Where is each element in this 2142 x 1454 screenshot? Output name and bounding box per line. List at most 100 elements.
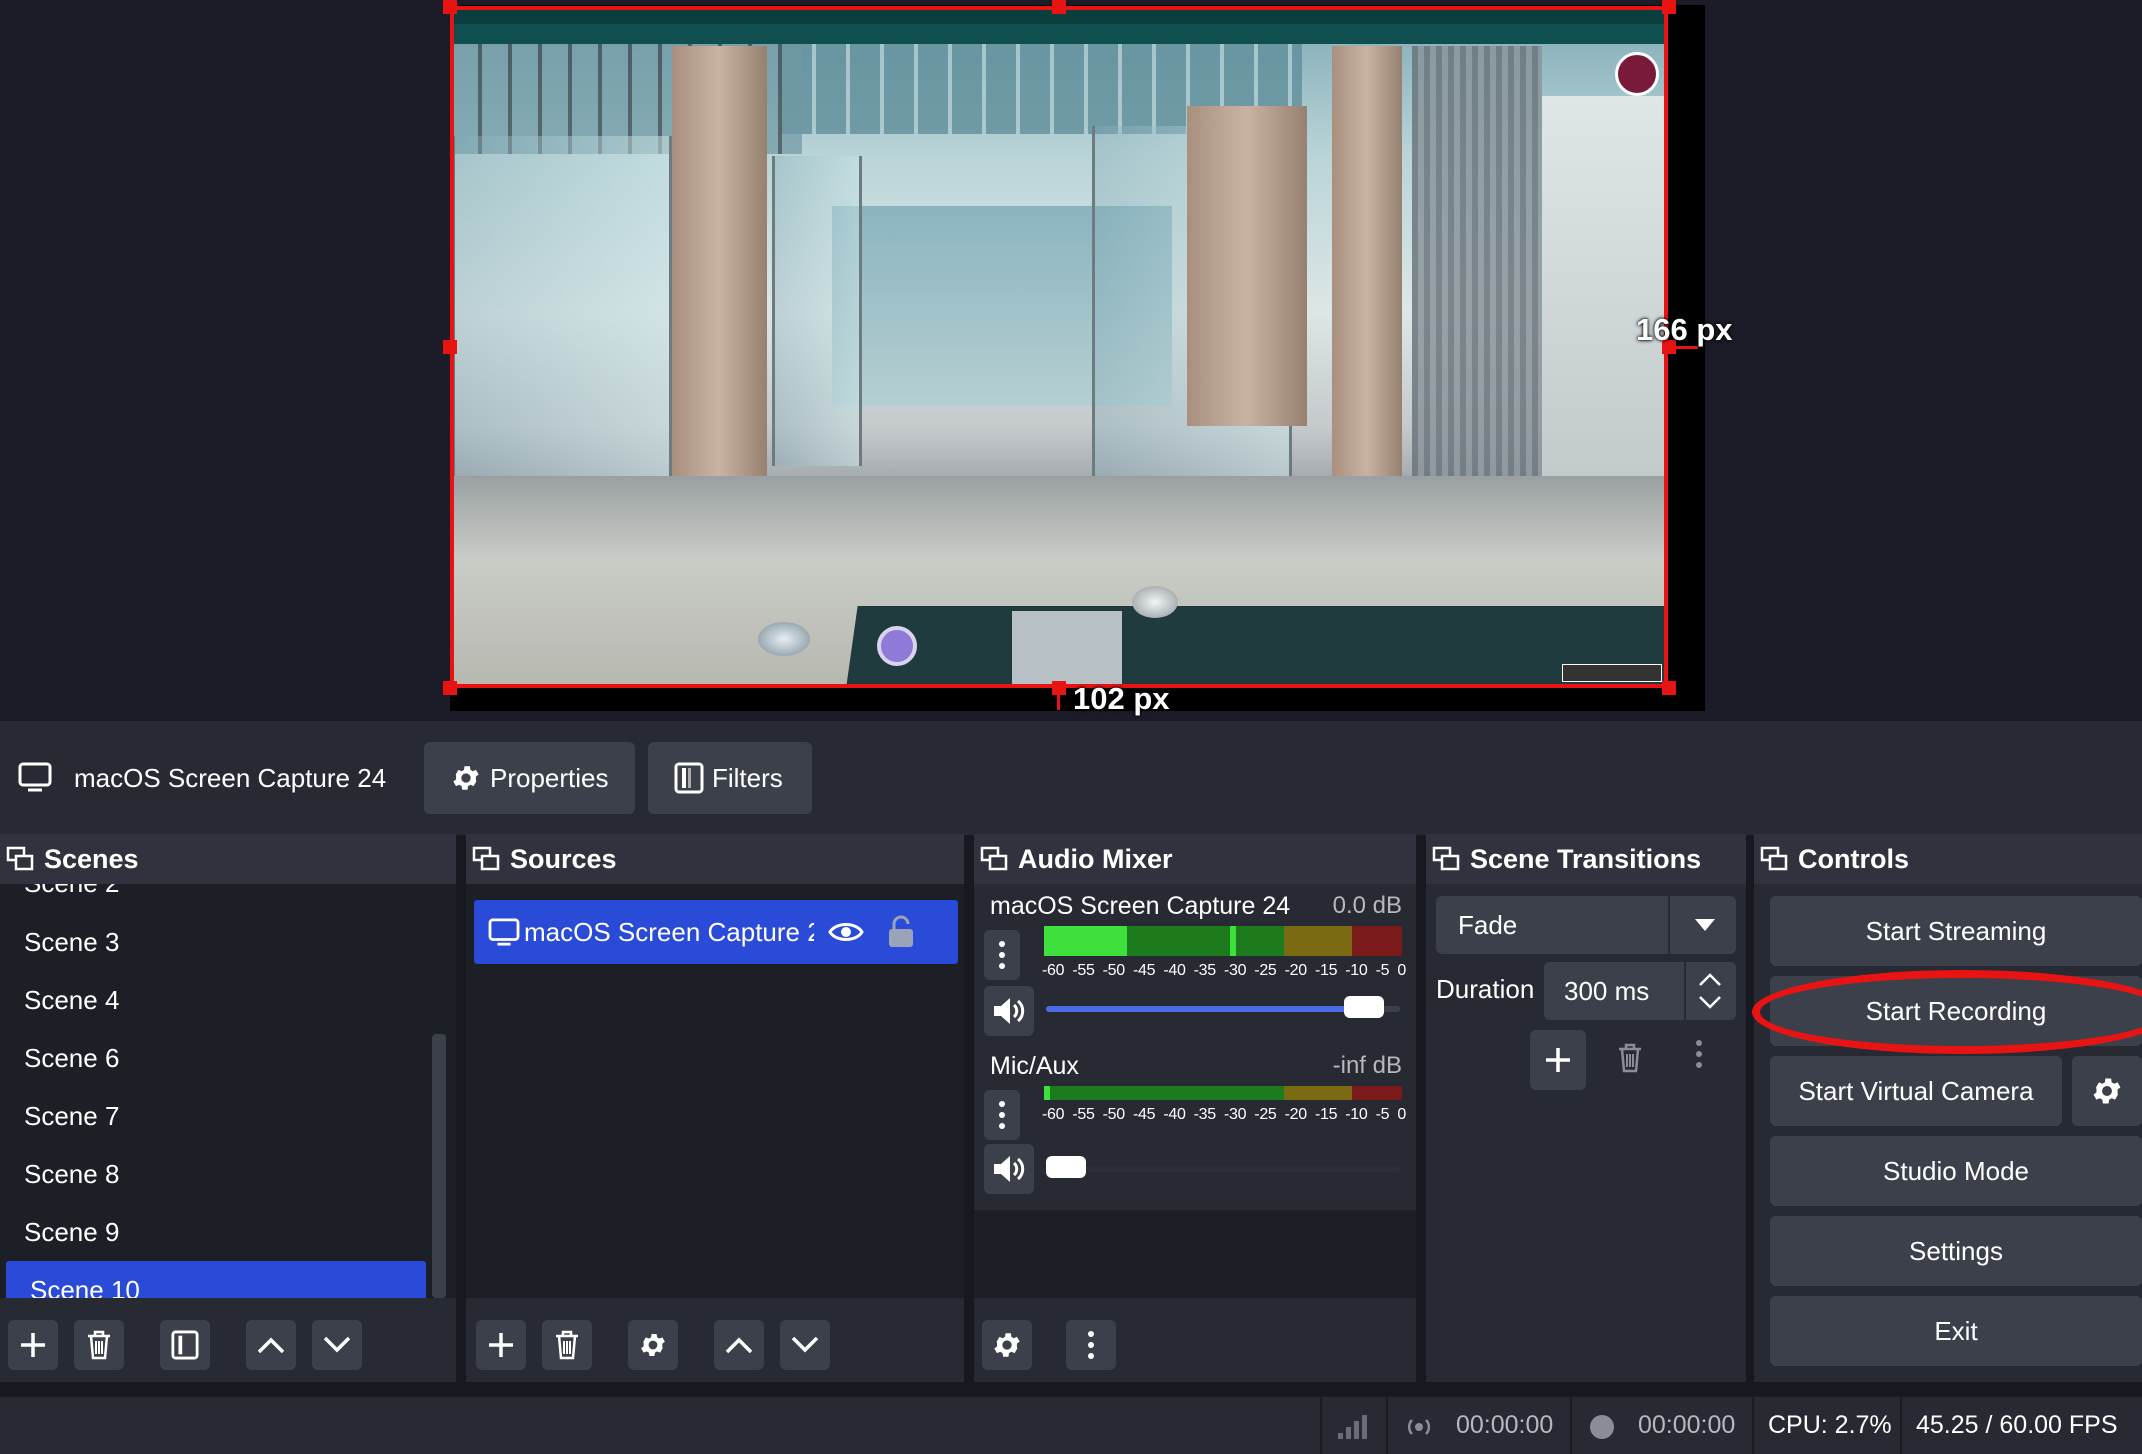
remove-scene-button[interactable] [74, 1320, 124, 1370]
volume-slider[interactable] [1046, 1156, 1400, 1178]
channel-name: Mic/Aux [990, 1052, 1079, 1080]
studio-mode-button[interactable]: Studio Mode [1770, 1136, 2142, 1206]
scenes-scrollbar[interactable] [432, 1034, 446, 1298]
scene-item[interactable]: Scene 4 [0, 971, 420, 1029]
scene-item[interactable]: Scene 3 [0, 913, 420, 971]
meter-scale: -60 -55 -50 -45 -40 -35 -30 -25 -20 -15 -10 -5 0 [1042, 962, 1406, 979]
stream-timer: 00:00:00 [1456, 1411, 1554, 1439]
resize-handle-bl[interactable] [443, 681, 457, 695]
scene-item[interactable]: Scene 6 [0, 1029, 420, 1087]
monitor-icon [18, 762, 52, 792]
properties-button[interactable]: Properties [424, 742, 635, 814]
resize-handle-br[interactable] [1662, 681, 1676, 695]
exit-button[interactable]: Exit [1770, 1296, 2142, 1366]
scene-item[interactable]: Scene 8 [0, 1145, 420, 1203]
start-streaming-button[interactable]: Start Streaming [1770, 896, 2142, 966]
move-source-down-button[interactable] [780, 1320, 830, 1370]
scene-filters-button[interactable] [160, 1320, 210, 1370]
source-properties-button[interactable] [628, 1320, 678, 1370]
meter-scale: -60 -55 -50 -45 -40 -35 -30 -25 -20 -15 -10 -5 0 [1042, 1106, 1406, 1123]
settings-button[interactable]: Settings [1770, 1216, 2142, 1286]
move-scene-down-button[interactable] [312, 1320, 362, 1370]
trash-icon [1619, 1043, 1641, 1073]
gear-icon [2093, 1078, 2121, 1104]
resize-handle-l[interactable] [443, 340, 457, 354]
move-source-up-button[interactable] [714, 1320, 764, 1370]
chevron-down-icon [791, 1336, 819, 1353]
channel-level: 0.0 dB [1332, 892, 1402, 919]
volume-meter [1044, 926, 1402, 956]
mixer-body: macOS Screen Capture 24 0.0 dB -60 -55 -50… [974, 884, 1416, 1298]
volume-slider-handle[interactable] [1046, 1156, 1086, 1178]
filters-label: Filters [712, 762, 783, 793]
scenes-header: Scenes [0, 834, 456, 884]
remove-transition-button[interactable] [1616, 1042, 1644, 1079]
channel-menu-button[interactable] [984, 1090, 1020, 1140]
source-item-selected[interactable]: macOS Screen Capture 24 [474, 900, 958, 964]
fps-readout: 45.25 / 60.00 FPS [1916, 1411, 2118, 1439]
add-source-button[interactable] [476, 1320, 526, 1370]
add-transition-button[interactable] [1530, 1030, 1586, 1090]
transition-menu-button[interactable] [1696, 1040, 1702, 1068]
scene-transitions-header: Scene Transitions [1426, 834, 1746, 884]
virtual-camera-settings-button[interactable] [2072, 1056, 2142, 1126]
speaker-icon [994, 998, 1025, 1024]
filters-button[interactable]: Filters [648, 742, 812, 814]
channel-level: -inf dB [1332, 1052, 1402, 1079]
mute-button[interactable] [984, 986, 1034, 1036]
eye-icon[interactable] [828, 919, 864, 945]
trash-icon [556, 1330, 578, 1360]
scene-item[interactable]: Scene 9 [0, 1203, 420, 1261]
start-recording-button[interactable]: Start Recording [1770, 976, 2142, 1046]
chevron-up-icon[interactable] [1698, 973, 1722, 987]
mixer-empty-area [974, 1210, 1416, 1298]
status-bar: 00:00:00 00:00:00 CPU: 2.7% 45.25 / 60.0… [0, 1395, 2142, 1454]
controls-title: Controls [1798, 843, 1909, 874]
duration-spinbox[interactable]: 300 ms [1544, 962, 1736, 1020]
channel-menu-button[interactable] [984, 930, 1020, 980]
resize-handle-tr[interactable] [1662, 0, 1676, 14]
mute-button[interactable] [984, 1144, 1034, 1194]
advanced-audio-button[interactable] [982, 1320, 1032, 1370]
sources-footer [476, 1308, 956, 1382]
scenes-list[interactable]: Scene 2 Scene 3 Scene 4 Scene 6 Scene 7 … [0, 884, 456, 1298]
mixer-menu-button[interactable] [1066, 1320, 1116, 1370]
sources-dock: Sources macOS Screen Capture 24 [466, 834, 964, 1382]
move-scene-up-button[interactable] [246, 1320, 296, 1370]
plus-icon [21, 1333, 45, 1357]
scene-item-selected[interactable]: Scene 10 [6, 1261, 426, 1298]
add-scene-button[interactable] [8, 1320, 58, 1370]
resize-handle-tl[interactable] [443, 0, 457, 14]
plus-icon [489, 1333, 513, 1357]
streaming-icon [1407, 1419, 1431, 1435]
controls-header: Controls [1754, 834, 2142, 884]
sources-header: Sources [466, 834, 964, 884]
scenes-footer [8, 1308, 448, 1382]
channel-name: macOS Screen Capture 24 [990, 892, 1291, 920]
chevron-down-icon[interactable] [1698, 995, 1722, 1009]
transition-select-value: Fade [1458, 909, 1518, 940]
transition-select[interactable]: Fade [1436, 896, 1736, 954]
volume-slider-handle[interactable] [1344, 996, 1384, 1018]
resize-handle-t[interactable] [1052, 0, 1066, 14]
plus-icon [1546, 1048, 1570, 1072]
record-timer: 00:00:00 [1638, 1411, 1736, 1439]
cpu-usage: CPU: 2.7% [1768, 1411, 1892, 1439]
volume-meter [1044, 1086, 1402, 1100]
signal-icon [1338, 1415, 1367, 1439]
remove-source-button[interactable] [542, 1320, 592, 1370]
source-selection-box[interactable] [450, 6, 1668, 688]
volume-slider[interactable] [1046, 996, 1400, 1018]
start-virtual-camera-button[interactable]: Start Virtual Camera [1770, 1056, 2062, 1126]
duration-value: 300 ms [1564, 975, 1650, 1006]
recording-icon [1590, 1415, 1614, 1439]
dock-icon [1760, 846, 1788, 871]
dock-icon [1432, 846, 1460, 871]
sources-list[interactable]: macOS Screen Capture 24 [466, 884, 964, 1298]
dock-icon [472, 846, 500, 871]
scenes-title: Scenes [44, 843, 139, 874]
scene-item[interactable]: Scene 2 [0, 884, 420, 912]
monitor-icon [488, 918, 520, 946]
unlocked-icon[interactable] [886, 915, 916, 949]
scene-item[interactable]: Scene 7 [0, 1087, 420, 1145]
